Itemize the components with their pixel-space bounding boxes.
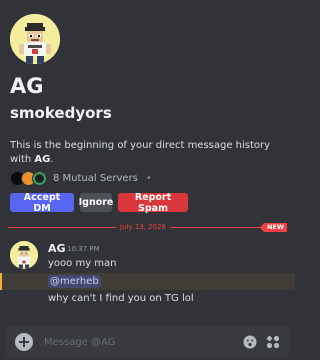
message-timestamp: 10:37 PM xyxy=(67,245,100,253)
dm-intro-text: This is the beginning of your direct mes… xyxy=(10,139,285,167)
intro-suffix: . xyxy=(50,154,54,165)
profile-username: smokedyors xyxy=(10,104,112,122)
separator-dot: • xyxy=(145,172,152,184)
mention-message-highlight: @merheb xyxy=(0,273,295,290)
server-icon xyxy=(32,170,47,186)
mutual-servers-label: 8 Mutual Servers xyxy=(53,172,138,184)
apps-icon[interactable] xyxy=(266,335,280,349)
message-composer xyxy=(6,326,289,358)
profile-display-name: AG xyxy=(10,74,44,98)
ignore-button[interactable]: Ignore xyxy=(79,193,113,212)
accept-dm-button[interactable]: Accept DM xyxy=(10,192,74,214)
mutual-servers[interactable]: 8 Mutual Servers • xyxy=(10,170,152,186)
message-request-actions: Accept DM Ignore Report Spam xyxy=(10,192,188,214)
profile-avatar[interactable] xyxy=(10,14,60,64)
emoji-icon[interactable] xyxy=(243,335,257,349)
message-author-avatar[interactable] xyxy=(10,241,38,269)
pixel-character-icon xyxy=(10,241,38,269)
message-author[interactable]: AG xyxy=(48,242,66,255)
intro-name: AG xyxy=(34,154,51,165)
divider-date: July 13, 2026 xyxy=(116,222,170,232)
plus-circle-icon[interactable] xyxy=(15,333,33,351)
message-input[interactable] xyxy=(44,334,224,350)
user-mention[interactable]: @merheb xyxy=(48,275,101,288)
message-text: why can't I find you on TG lol xyxy=(48,293,194,304)
report-spam-button[interactable]: Report Spam xyxy=(118,192,188,214)
message-text: yooo my man xyxy=(48,258,117,269)
new-badge: NEW xyxy=(259,223,287,232)
pixel-character-icon xyxy=(10,14,60,64)
